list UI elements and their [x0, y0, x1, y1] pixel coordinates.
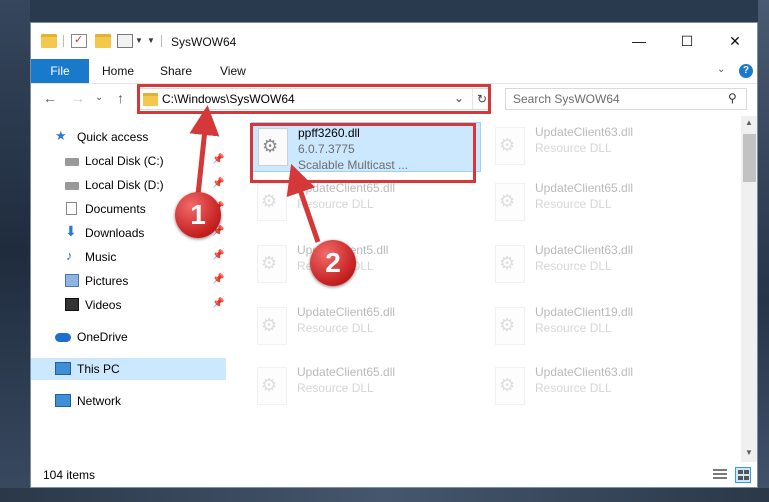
arrow-to-address-bar [189, 105, 220, 196]
step-badge-2: 2 [310, 240, 356, 286]
annotation-arrows [189, 105, 321, 243]
step-badge-1: 1 [175, 192, 221, 238]
arrow-to-file [286, 163, 321, 243]
